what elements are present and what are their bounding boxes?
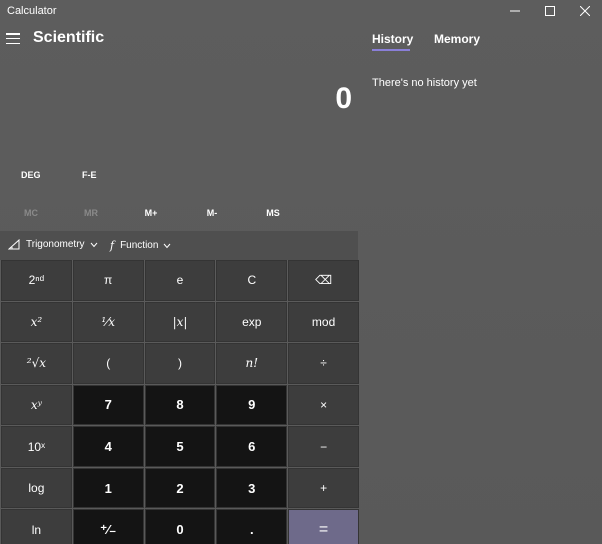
minimize-icon bbox=[510, 10, 520, 12]
trigonometry-dropdown[interactable]: Trigonometry bbox=[8, 239, 98, 250]
digit-6-key[interactable]: 6 bbox=[216, 426, 288, 467]
absolute-key[interactable]: |x| bbox=[144, 301, 216, 343]
mod-key[interactable]: mod bbox=[288, 301, 359, 343]
function-row: Trigonometry f Function bbox=[0, 231, 358, 260]
ms-button[interactable]: MS bbox=[248, 208, 298, 218]
digit-3-key[interactable]: 3 bbox=[216, 467, 288, 509]
digit-8-key[interactable]: 8 bbox=[144, 384, 216, 426]
ln-key[interactable]: ln bbox=[1, 509, 72, 544]
function-label: Function bbox=[120, 240, 159, 251]
divide-key[interactable]: ÷ bbox=[288, 343, 359, 384]
triangle-ruler-icon bbox=[8, 239, 20, 250]
close-paren-key[interactable]: ) bbox=[144, 343, 216, 384]
negate-key[interactable]: ⁺⁄₋ bbox=[72, 509, 144, 544]
second-function-key[interactable]: 2ⁿᵈ bbox=[1, 260, 72, 301]
function-f-icon: f bbox=[110, 239, 115, 252]
minimize-button[interactable] bbox=[498, 0, 532, 22]
digit-5-key[interactable]: 5 bbox=[144, 426, 216, 467]
chevron-down-icon bbox=[164, 243, 171, 248]
memory-row: MC MR M+ M- MS bbox=[0, 200, 358, 226]
square-key[interactable]: x² bbox=[1, 301, 72, 343]
close-button[interactable] bbox=[568, 0, 602, 22]
function-dropdown[interactable]: f Function bbox=[110, 239, 171, 252]
factorial-key[interactable]: n! bbox=[216, 343, 288, 384]
multiply-key[interactable]: × bbox=[288, 384, 359, 426]
title-bar: Calculator bbox=[0, 0, 602, 22]
pi-key[interactable]: π bbox=[72, 260, 144, 301]
exp-key[interactable]: exp bbox=[216, 301, 288, 343]
chevron-down-icon bbox=[90, 242, 97, 247]
history-empty-message: There's no history yet bbox=[372, 77, 477, 89]
digit-7-key[interactable]: 7 bbox=[72, 384, 144, 426]
digit-0-key[interactable]: 0 bbox=[144, 509, 216, 544]
maximize-button[interactable] bbox=[533, 0, 567, 22]
digit-4-key[interactable]: 4 bbox=[72, 426, 144, 467]
clear-key[interactable]: C bbox=[216, 260, 288, 301]
euler-key[interactable]: e bbox=[144, 260, 216, 301]
subtract-key[interactable]: − bbox=[288, 426, 359, 467]
mode-title: Scientific bbox=[33, 29, 105, 46]
keypad: 2ⁿᵈ π e C ⌫ x² ¹⁄x |x| exp mod ²√x ( ) n… bbox=[0, 260, 359, 544]
decimal-key[interactable]: . bbox=[216, 509, 288, 544]
trigonometry-label: Trigonometry bbox=[26, 239, 85, 250]
mr-button[interactable]: MR bbox=[66, 208, 116, 218]
reciprocal-key[interactable]: ¹⁄x bbox=[72, 301, 144, 343]
mc-button[interactable]: MC bbox=[6, 208, 56, 218]
deg-button[interactable]: DEG bbox=[21, 170, 41, 180]
close-icon bbox=[580, 6, 590, 16]
tab-memory[interactable]: Memory bbox=[434, 32, 480, 46]
digit-9-key[interactable]: 9 bbox=[216, 384, 288, 426]
m-minus-button[interactable]: M- bbox=[187, 208, 237, 218]
maximize-icon bbox=[545, 6, 555, 16]
result-display: 0 bbox=[335, 82, 352, 115]
power-key[interactable]: xʸ bbox=[1, 384, 72, 426]
digit-1-key[interactable]: 1 bbox=[72, 467, 144, 509]
digit-2-key[interactable]: 2 bbox=[144, 467, 216, 509]
add-key[interactable]: + bbox=[288, 467, 359, 509]
fe-button[interactable]: F-E bbox=[82, 170, 97, 180]
open-paren-key[interactable]: ( bbox=[72, 343, 144, 384]
m-plus-button[interactable]: M+ bbox=[126, 208, 176, 218]
equals-key[interactable]: = bbox=[288, 509, 359, 544]
hamburger-icon[interactable] bbox=[6, 33, 20, 45]
app-title: Calculator bbox=[7, 5, 57, 17]
ten-power-key[interactable]: 10ˣ bbox=[1, 426, 72, 467]
log-key[interactable]: log bbox=[1, 467, 72, 509]
backspace-key[interactable]: ⌫ bbox=[288, 260, 359, 301]
square-root-key[interactable]: ²√x bbox=[1, 343, 72, 384]
active-tab-indicator bbox=[372, 49, 410, 51]
tab-history[interactable]: History bbox=[372, 32, 413, 46]
calculator-window: Calculator Scientific History Memory The… bbox=[0, 0, 602, 544]
